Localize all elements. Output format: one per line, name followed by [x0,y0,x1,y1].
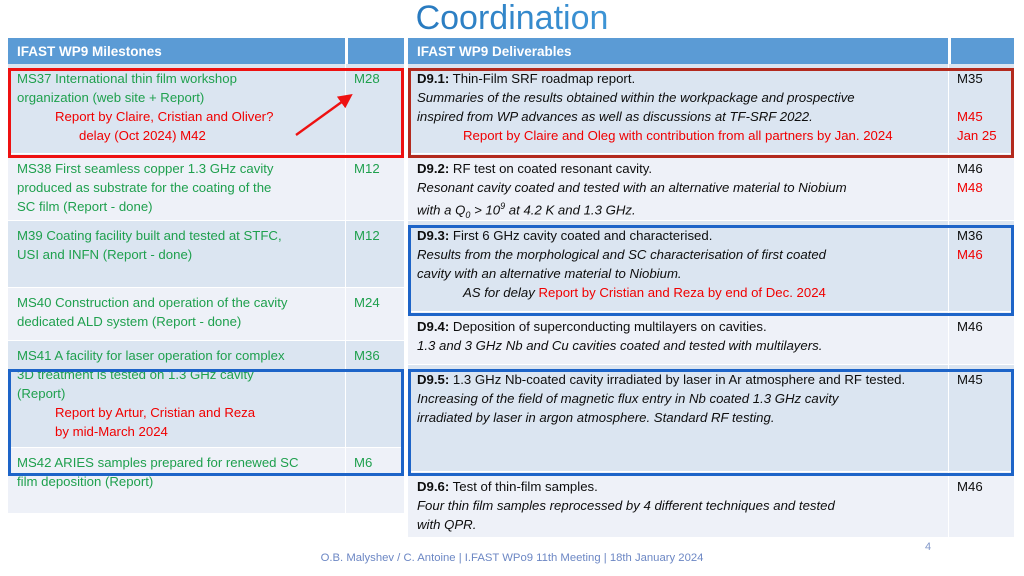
deliverable-month-codes: M46 M48 [948,154,1014,220]
deliverable-id: D9.3: [417,228,450,243]
deliverable-id: D9.2: [417,161,450,176]
milestone-line: M39 Coating facility built and tested at… [17,228,282,243]
deliverable-month-code: M46 [957,247,983,262]
milestones-header-label: IFAST WP9 Milestones [8,38,345,64]
milestone-text: M39 Coating facility built and tested at… [8,221,345,287]
deliverable-id: D9.4: [417,319,450,334]
deliverable-title-line: D9.6: Test of thin-film samples. [417,479,598,494]
deliverable-title-line: D9.1: Thin-Film SRF roadmap report. [417,71,636,86]
footer-text: O.B. Malyshev / C. Antoine | I.FAST WPo9… [320,552,704,564]
deliverable-title-line: D9.5: 1.3 GHz Nb-coated cavity irradiate… [417,372,906,387]
red-arrow-icon [295,94,353,136]
deliverable-month-code [957,88,1010,107]
deliverable-row[interactable]: D9.6: Test of thin-film samples. Four thi… [408,472,1014,538]
milestone-line: MS41 A facility for laser operation for … [17,348,285,363]
milestone-line: Report by Artur, Cristian and Reza [55,405,256,420]
deliverable-row[interactable]: D9.2: RF test on coated resonant cavity.… [408,154,1014,221]
milestone-row[interactable]: MS41 A facility for laser operation for … [8,341,404,448]
deliverable-line: inspired from WP advances as well as dis… [417,109,813,124]
deliverable-month-codes: M36 M46 [948,221,1014,311]
milestone-line: MS37 International thin film workshop [17,71,237,86]
deliverable-line: AS for delay Report by Cristian and Reza… [463,285,826,300]
milestone-line: USI and INFN (Report - done) [17,247,193,262]
deliverable-month-code: M45 [957,372,983,387]
deliverable-line: irradiated by laser in argon atmosphere.… [417,410,775,425]
deliverable-row[interactable]: D9.5: 1.3 GHz Nb-coated cavity irradiate… [408,365,1014,472]
deliverable-line: Resonant cavity coated and tested with a… [417,180,847,195]
milestone-month-code: M6 [345,448,404,513]
deliverable-month-code: M45 [957,109,983,124]
deliverable-text: D9.1: Thin-Film SRF roadmap report. Summa… [408,64,948,153]
deliverable-month-code: M48 [957,180,983,195]
milestone-row[interactable]: MS42 ARIES samples prepared for renewed … [8,448,404,514]
deliverable-month-code: M46 [957,479,983,494]
deliverable-row[interactable]: D9.3: First 6 GHz cavity coated and char… [408,221,1014,312]
deliverable-month-codes: M46 [948,472,1014,537]
milestone-line: MS42 ARIES samples prepared for renewed … [17,455,299,470]
deliverable-line: 1.3 and 3 GHz Nb and Cu cavities coated … [417,338,823,353]
deliverable-text: D9.4: Deposition of superconducting mult… [408,312,948,364]
milestone-row[interactable]: M39 Coating facility built and tested at… [8,221,404,288]
deliverable-text: D9.5: 1.3 GHz Nb-coated cavity irradiate… [408,365,948,471]
deliverable-month-code: M35 [957,71,983,86]
deliverable-text: D9.6: Test of thin-film samples. Four thi… [408,472,948,537]
page-number: 4 [925,541,932,553]
milestone-month-code: M12 [345,154,404,220]
milestone-line: MS38 First seamless copper 1.3 GHz cavit… [17,161,274,176]
deliverable-id: D9.5: [417,372,450,387]
deliverable-line: Four thin film samples reprocessed by 4 … [417,498,835,513]
deliverable-line: Increasing of the field of magnetic flux… [417,391,839,406]
deliverable-row[interactable]: D9.4: Deposition of superconducting mult… [408,312,1014,365]
page-title: Coordination [0,0,1024,38]
milestone-month-code: M36 [345,341,404,447]
milestone-text: MS41 A facility for laser operation for … [8,341,345,447]
deliverable-month-code: M36 [957,228,983,243]
deliverables-header-label: IFAST WP9 Deliverables [408,38,948,64]
deliverable-title-line: D9.3: First 6 GHz cavity coated and char… [417,228,713,243]
deliverable-line: with QPR. [417,517,477,532]
deliverable-month-code: Jan 25 [957,128,997,143]
milestone-line: Report by Claire, Cristian and Oliver? [55,109,274,124]
milestone-line: 3D treatment is tested on 1.3 GHz cavity [17,367,254,382]
milestone-line: delay (Oct 2024) M42 [79,128,206,143]
deliverable-id: D9.6: [417,479,450,494]
deliverables-rows: D9.1: Thin-Film SRF roadmap report. Summa… [408,64,1014,538]
milestone-month-code: M12 [345,221,404,287]
milestone-line: dedicated ALD system (Report - done) [17,314,242,329]
deliverable-text: D9.3: First 6 GHz cavity coated and char… [408,221,948,311]
deliverables-table: IFAST WP9 Deliverables D9.1: Thin-Film S… [408,38,1014,542]
milestone-line: SC film (Report - done) [17,199,153,214]
deliverable-text: D9.2: RF test on coated resonant cavity.… [408,154,948,220]
deliverable-row[interactable]: D9.1: Thin-Film SRF roadmap report. Summa… [408,64,1014,154]
deliverable-month-codes: M45 [948,365,1014,471]
deliverables-table-header: IFAST WP9 Deliverables [408,38,1014,64]
milestone-line: organization (web site + Report) [17,90,205,105]
deliverable-line: Summaries of the results obtained within… [417,90,855,105]
milestone-line: by mid-March 2024 [55,424,168,439]
milestone-line: produced as substrate for the coating of… [17,180,272,195]
deliverable-month-code: M46 [957,319,983,334]
deliverable-month-codes: M46 [948,312,1014,364]
deliverable-id: D9.1: [417,71,450,86]
deliverable-line: Report by Claire and Oleg with contribut… [463,128,893,143]
milestone-month-code: M24 [345,288,404,340]
deliverable-month-code: M46 [957,161,983,176]
milestone-text: MS42 ARIES samples prepared for renewed … [8,448,345,513]
deliverables-header-code [951,38,1014,64]
deliverable-month-codes: M35 M45 Jan 25 [948,64,1014,153]
deliverable-title-line: D9.2: RF test on coated resonant cavity. [417,161,653,176]
deliverable-line: cavity with an alternative material to N… [417,266,682,281]
milestones-header-code [348,38,404,64]
milestone-row[interactable]: MS40 Construction and operation of the c… [8,288,404,341]
deliverable-title-line: D9.4: Deposition of superconducting mult… [417,319,767,334]
milestone-line: (Report) [17,386,66,401]
milestone-text: MS40 Construction and operation of the c… [8,288,345,340]
milestone-line: film deposition (Report) [17,474,154,489]
deliverable-note: Report by Cristian and Reza by end of De… [538,285,826,300]
milestone-text: MS38 First seamless copper 1.3 GHz cavit… [8,154,345,220]
deliverable-line: Results from the morphological and SC ch… [417,247,827,262]
milestone-row[interactable]: MS38 First seamless copper 1.3 GHz cavit… [8,154,404,221]
milestones-table-header: IFAST WP9 Milestones [8,38,404,64]
milestone-line: MS40 Construction and operation of the c… [17,295,288,310]
